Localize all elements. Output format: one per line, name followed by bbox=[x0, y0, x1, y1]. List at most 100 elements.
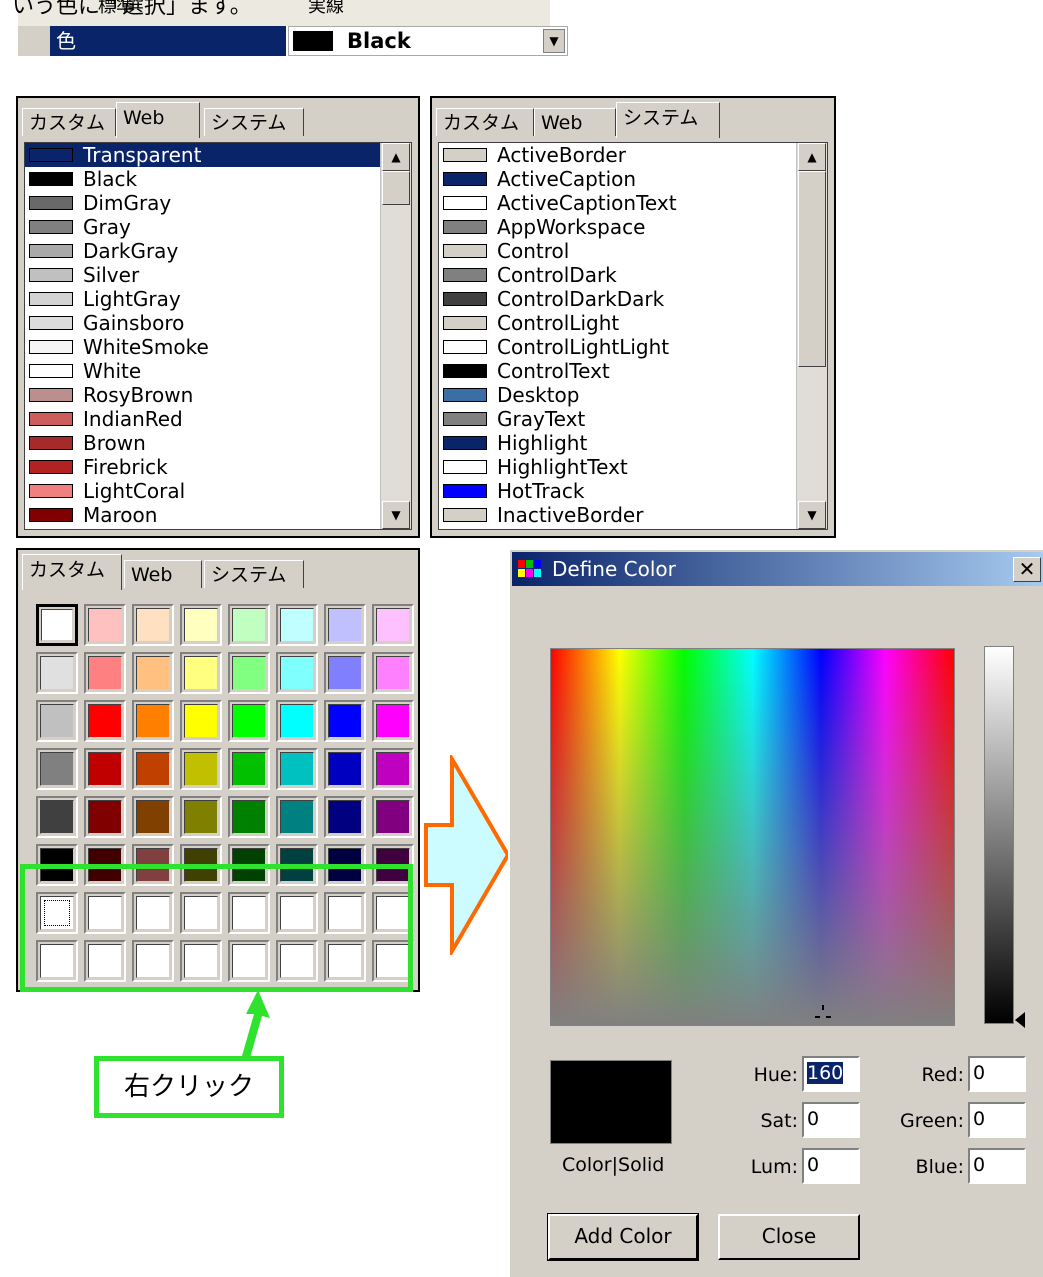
list-item[interactable]: HotTrack bbox=[439, 479, 827, 503]
list-item[interactable]: ControlDark bbox=[439, 263, 827, 287]
color-cell[interactable] bbox=[84, 700, 126, 742]
color-cell[interactable] bbox=[228, 604, 270, 646]
property-row-color[interactable]: 色 Black ▼ bbox=[18, 26, 568, 56]
color-cell[interactable] bbox=[132, 748, 174, 790]
tab-custom[interactable]: カスタム bbox=[22, 108, 116, 136]
color-cell[interactable] bbox=[372, 700, 414, 742]
close-icon[interactable]: ✕ bbox=[1013, 557, 1041, 582]
tab-system[interactable]: システム bbox=[204, 560, 304, 588]
color-cell[interactable] bbox=[228, 700, 270, 742]
list-item[interactable]: Control bbox=[439, 239, 827, 263]
scroll-down-icon[interactable]: ▼ bbox=[382, 501, 410, 529]
color-cell[interactable] bbox=[372, 652, 414, 694]
sat-input[interactable]: 0 bbox=[802, 1102, 860, 1138]
vertical-scrollbar[interactable]: ▲ ▼ bbox=[380, 143, 411, 529]
list-item[interactable]: Brown bbox=[25, 431, 411, 455]
color-cell[interactable] bbox=[276, 748, 318, 790]
tab-web[interactable]: Web bbox=[124, 560, 202, 588]
blue-input[interactable]: 0 bbox=[968, 1148, 1026, 1184]
scroll-down-icon[interactable]: ▼ bbox=[798, 501, 826, 529]
close-button[interactable]: Close bbox=[718, 1214, 860, 1260]
color-cell[interactable] bbox=[324, 748, 366, 790]
hue-input[interactable]: 160 bbox=[802, 1056, 860, 1092]
color-cell[interactable] bbox=[228, 748, 270, 790]
tab-system[interactable]: システム bbox=[204, 108, 304, 136]
green-input[interactable]: 0 bbox=[968, 1102, 1026, 1138]
list-item[interactable]: Gainsboro bbox=[25, 311, 411, 335]
color-cell[interactable] bbox=[228, 652, 270, 694]
list-item[interactable]: ActiveCaption bbox=[439, 167, 827, 191]
list-item[interactable]: White bbox=[25, 359, 411, 383]
color-cell[interactable] bbox=[180, 796, 222, 838]
list-item[interactable]: ActiveBorder bbox=[439, 143, 827, 167]
list-item[interactable]: AppWorkspace bbox=[439, 215, 827, 239]
red-input[interactable]: 0 bbox=[968, 1056, 1026, 1092]
list-item[interactable]: Black bbox=[25, 167, 411, 191]
property-value-field[interactable]: Black ▼ bbox=[288, 26, 568, 56]
color-cell[interactable] bbox=[180, 604, 222, 646]
tab-web[interactable]: Web bbox=[116, 102, 200, 138]
tab-system[interactable]: システム bbox=[616, 102, 720, 138]
color-cell[interactable] bbox=[84, 652, 126, 694]
scroll-thumb[interactable] bbox=[382, 171, 410, 205]
web-color-list[interactable]: Transparent Black DimGray Gray DarkGray Silve… bbox=[24, 142, 412, 530]
color-cell[interactable] bbox=[180, 700, 222, 742]
property-name[interactable]: 色 bbox=[50, 26, 286, 56]
color-cell[interactable] bbox=[276, 604, 318, 646]
list-item[interactable]: DimGray bbox=[25, 191, 411, 215]
list-item[interactable]: GrayText bbox=[439, 407, 827, 431]
chevron-down-icon[interactable]: ▼ bbox=[543, 29, 565, 53]
tab-web[interactable]: Web bbox=[534, 108, 616, 136]
color-spectrum[interactable] bbox=[550, 648, 955, 1026]
color-cell[interactable] bbox=[84, 604, 126, 646]
color-cell[interactable] bbox=[36, 652, 78, 694]
color-cell[interactable] bbox=[180, 748, 222, 790]
list-item[interactable]: DarkGray bbox=[25, 239, 411, 263]
color-cell[interactable] bbox=[132, 652, 174, 694]
scroll-up-icon[interactable]: ▲ bbox=[798, 143, 826, 171]
color-cell[interactable] bbox=[36, 748, 78, 790]
list-item[interactable]: ControlLightLight bbox=[439, 335, 827, 359]
list-item[interactable]: Maroon bbox=[25, 503, 411, 527]
list-item[interactable]: InactiveBorder bbox=[439, 503, 827, 527]
list-item[interactable]: Highlight bbox=[439, 431, 827, 455]
list-item[interactable]: Silver bbox=[25, 263, 411, 287]
list-item[interactable]: HighlightText bbox=[439, 455, 827, 479]
scroll-thumb[interactable] bbox=[798, 171, 826, 367]
list-item[interactable]: Gray bbox=[25, 215, 411, 239]
list-item[interactable]: Desktop bbox=[439, 383, 827, 407]
color-cell[interactable] bbox=[276, 796, 318, 838]
add-color-button[interactable]: Add Color bbox=[547, 1213, 699, 1261]
color-cell[interactable] bbox=[228, 796, 270, 838]
color-cell[interactable] bbox=[324, 700, 366, 742]
color-cell[interactable] bbox=[276, 700, 318, 742]
color-cell[interactable] bbox=[324, 604, 366, 646]
color-cell[interactable] bbox=[324, 652, 366, 694]
color-cell[interactable] bbox=[132, 604, 174, 646]
list-item[interactable]: IndianRed bbox=[25, 407, 411, 431]
color-cell[interactable] bbox=[180, 652, 222, 694]
color-cell[interactable] bbox=[276, 652, 318, 694]
list-item[interactable]: Firebrick bbox=[25, 455, 411, 479]
color-cell[interactable] bbox=[36, 796, 78, 838]
scroll-up-icon[interactable]: ▲ bbox=[382, 143, 410, 171]
list-item[interactable]: WhiteSmoke bbox=[25, 335, 411, 359]
system-color-list[interactable]: ActiveBorder ActiveCaption ActiveCaptionTe… bbox=[438, 142, 828, 530]
list-item[interactable]: ControlLight bbox=[439, 311, 827, 335]
luminance-pointer-icon[interactable] bbox=[1015, 1012, 1025, 1028]
lum-input[interactable]: 0 bbox=[802, 1148, 860, 1184]
vertical-scrollbar[interactable]: ▲ ▼ bbox=[796, 143, 827, 529]
list-item[interactable]: ActiveCaptionText bbox=[439, 191, 827, 215]
color-cell[interactable] bbox=[324, 796, 366, 838]
tab-custom[interactable]: カスタム bbox=[436, 108, 534, 136]
color-cell[interactable] bbox=[84, 796, 126, 838]
list-item[interactable]: ControlText bbox=[439, 359, 827, 383]
list-item[interactable]: ControlDarkDark bbox=[439, 287, 827, 311]
tab-custom[interactable]: カスタム bbox=[22, 554, 122, 590]
color-cell[interactable] bbox=[372, 796, 414, 838]
list-item[interactable]: RosyBrown bbox=[25, 383, 411, 407]
luminance-slider[interactable] bbox=[984, 646, 1014, 1024]
color-cell[interactable] bbox=[132, 796, 174, 838]
color-cell[interactable] bbox=[36, 700, 78, 742]
color-cell[interactable] bbox=[132, 700, 174, 742]
